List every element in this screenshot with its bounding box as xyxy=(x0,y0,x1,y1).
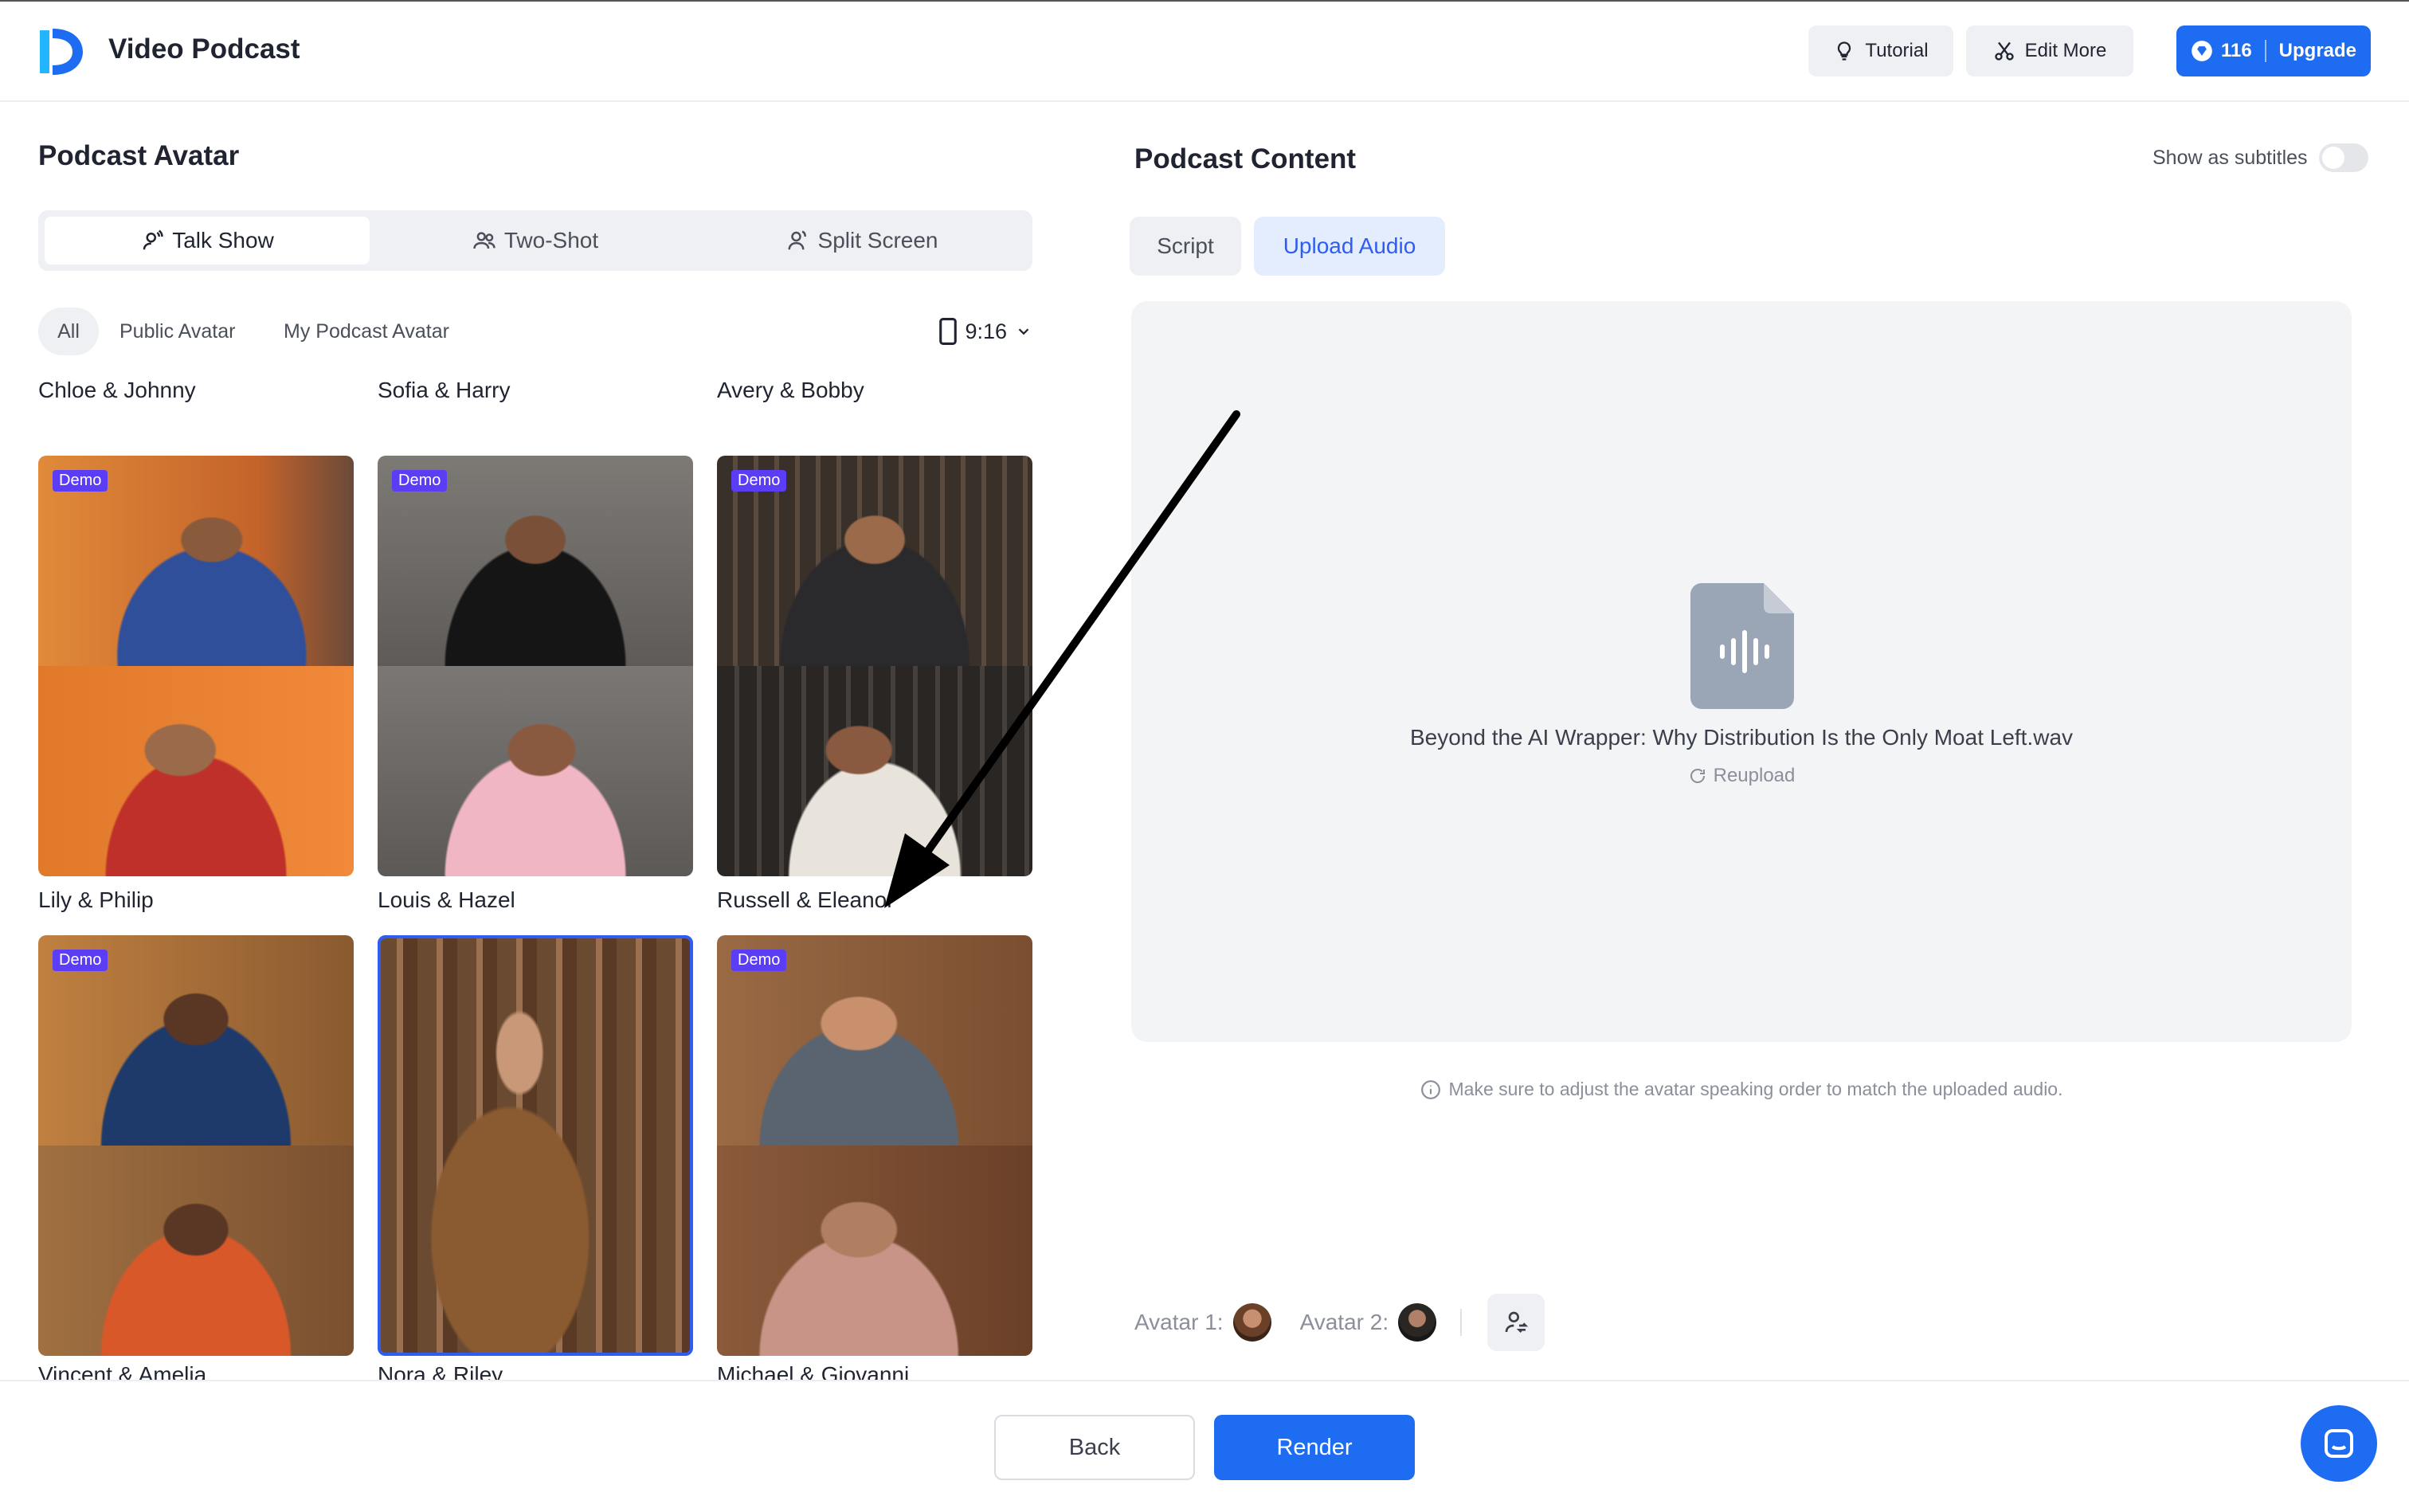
credits-value: 116 xyxy=(2220,40,2252,61)
info-icon xyxy=(1420,1079,1440,1099)
portrait-phone-icon xyxy=(939,318,958,345)
avatar-card-label: Russell & Eleanor xyxy=(717,887,895,912)
avatar-card-label: Nora & Riley xyxy=(378,1362,503,1380)
avatar2-thumbnail[interactable] xyxy=(1398,1303,1437,1342)
subtitles-toggle-row: Show as subtitles xyxy=(2152,143,2368,172)
tab-talk-show-label: Talk Show xyxy=(172,228,274,253)
avatar-card-label: Chloe & Johnny xyxy=(38,378,196,402)
avatar1-label: Avatar 1: xyxy=(1134,1310,1224,1334)
avatar-thumbnail: Demo xyxy=(38,456,354,876)
podcast-content-title: Podcast Content xyxy=(1134,143,1357,174)
credits-counter: 116 xyxy=(2191,40,2266,62)
aspect-ratio-select[interactable]: 9:16 xyxy=(939,307,1032,355)
subtitles-label: Show as subtitles xyxy=(2152,146,2308,169)
scissors-icon xyxy=(1994,41,2014,61)
avatar-card-label: Avery & Bobby xyxy=(717,378,864,402)
avatar1-thumbnail[interactable] xyxy=(1232,1303,1271,1342)
split-screen-icon xyxy=(788,230,806,250)
avatar-card-label: Vincent & Amelia xyxy=(38,1362,207,1380)
upgrade-button[interactable]: 116 Upgrade xyxy=(2176,25,2371,76)
top-bar: Video Podcast Tutorial Edit More 116 Upg… xyxy=(0,0,2409,102)
avatar-thumbnail xyxy=(378,935,693,1356)
filter-public-avatar[interactable]: Public Avatar xyxy=(119,307,235,355)
support-chat-button[interactable] xyxy=(2301,1405,2377,1482)
filter-all[interactable]: All xyxy=(38,307,99,355)
tab-two-shot-label: Two-Shot xyxy=(503,228,599,253)
avatar-card-label: Louis & Hazel xyxy=(378,887,515,912)
tab-split-screen-label: Split Screen xyxy=(817,228,938,253)
avatar-thumbnail: Demo xyxy=(38,935,354,1356)
aspect-ratio-value: 9:16 xyxy=(965,319,1007,343)
avatar-thumbnail: Demo xyxy=(717,456,1032,876)
tab-split-screen[interactable]: Split Screen xyxy=(699,217,1024,264)
avatar2-label: Avatar 2: xyxy=(1299,1310,1389,1334)
talk-show-icon xyxy=(143,229,163,250)
app-logo-icon[interactable] xyxy=(35,25,84,78)
avatar-card-label: Sofia & Harry xyxy=(378,378,511,402)
swap-person-icon xyxy=(1505,1311,1529,1333)
chat-icon xyxy=(2325,1429,2353,1458)
app-title: Video Podcast xyxy=(108,33,300,65)
reupload-label: Reupload xyxy=(1713,765,1796,786)
divider xyxy=(1460,1309,1463,1336)
refresh-icon xyxy=(1690,769,1705,783)
render-button[interactable]: Render xyxy=(1214,1415,1415,1480)
demo-badge: Demo xyxy=(731,470,787,492)
back-button[interactable]: Back xyxy=(994,1415,1195,1480)
two-people-icon xyxy=(473,232,496,249)
demo-badge: Demo xyxy=(731,950,787,971)
reupload-button[interactable]: Reupload xyxy=(1131,765,2352,787)
tab-talk-show[interactable]: Talk Show xyxy=(45,217,370,264)
avatar-grid: Chloe & Johnny Sofia & Harry Avery & Bob… xyxy=(38,373,1032,1380)
layout-tabs: Talk Show Two-Shot Split Screen xyxy=(38,210,1032,271)
demo-badge: Demo xyxy=(53,950,108,971)
audio-file-icon xyxy=(1690,583,1794,709)
bottom-bar: Back Render xyxy=(0,1380,2409,1512)
chevron-down-icon xyxy=(1018,328,1029,335)
tab-two-shot[interactable]: Two-Shot xyxy=(373,217,698,264)
audio-upload-area[interactable]: Beyond the AI Wrapper: Why Distribution … xyxy=(1131,301,2352,1042)
swap-speakers-button[interactable] xyxy=(1487,1294,1545,1351)
uploaded-file-name: Beyond the AI Wrapper: Why Distribution … xyxy=(1409,725,2074,750)
edit-more-label: Edit More xyxy=(2024,40,2107,61)
upgrade-label: Upgrade xyxy=(2278,40,2357,61)
filter-my-podcast-avatar[interactable]: My Podcast Avatar xyxy=(284,307,449,355)
avatar-card-label: Lily & Philip xyxy=(38,887,154,912)
tutorial-button[interactable]: Tutorial xyxy=(1808,25,1953,76)
demo-badge: Demo xyxy=(392,470,448,492)
avatar-thumbnail: Demo xyxy=(378,456,693,876)
avatar-filters: All Public Avatar My Podcast Avatar 9:16 xyxy=(38,307,1032,355)
avatar-thumbnail: Demo xyxy=(717,935,1032,1356)
subtitles-toggle[interactable] xyxy=(2318,143,2368,172)
tutorial-label: Tutorial xyxy=(1865,40,1929,61)
lightbulb-icon xyxy=(1838,41,1851,61)
demo-badge: Demo xyxy=(53,470,108,492)
speaking-order: Avatar 1: Avatar 2: xyxy=(1134,1294,1545,1351)
tab-script[interactable]: Script xyxy=(1130,217,1241,276)
tab-upload-audio[interactable]: Upload Audio xyxy=(1254,217,1445,276)
podcast-avatar-title: Podcast Avatar xyxy=(38,140,240,171)
edit-more-button[interactable]: Edit More xyxy=(1966,25,2133,76)
avatar-card-label: Michael & Giovanni xyxy=(717,1362,910,1380)
audio-order-note-text: Make sure to adjust the avatar speaking … xyxy=(1448,1079,2063,1099)
audio-order-note: Make sure to adjust the avatar speaking … xyxy=(1131,1079,2352,1100)
diamond-icon xyxy=(2192,41,2212,61)
